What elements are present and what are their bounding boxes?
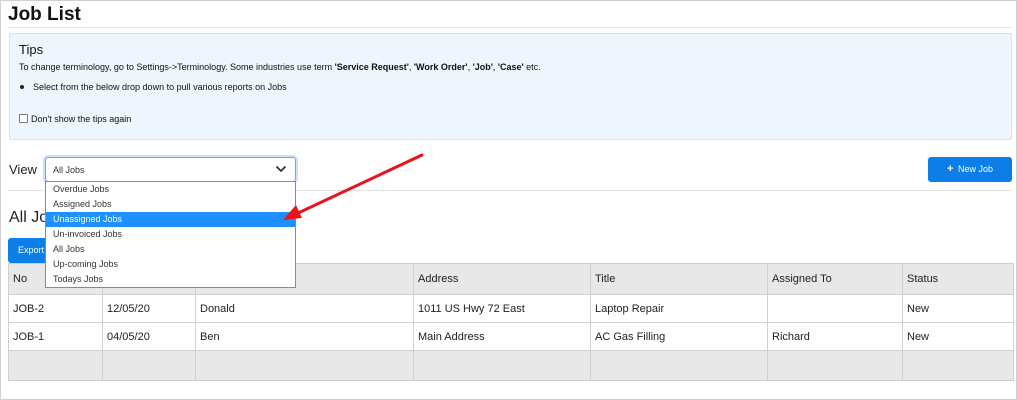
annotation-arrow-icon: [283, 153, 424, 220]
